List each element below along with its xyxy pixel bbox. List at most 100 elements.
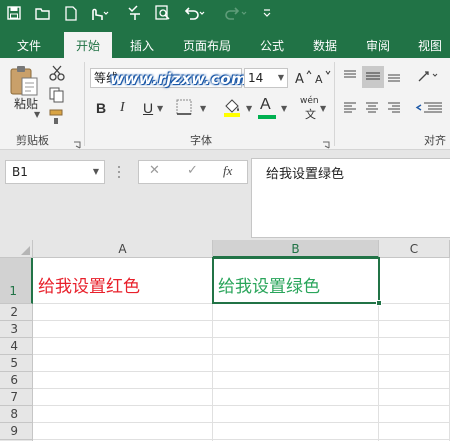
format-painter-icon[interactable]	[125, 3, 145, 23]
enter-icon[interactable]: ✓	[187, 163, 198, 178]
row-header-7[interactable]: 7	[0, 389, 33, 406]
fill-color-icon[interactable]	[222, 96, 244, 120]
insert-function-button[interactable]: fx	[223, 163, 232, 179]
row-header-6[interactable]: 6	[0, 372, 33, 389]
chevron-down-icon[interactable]: ▼	[157, 104, 163, 113]
cell-a3[interactable]	[33, 321, 213, 338]
touch-mode-icon[interactable]	[86, 3, 112, 23]
cell-c5[interactable]	[379, 355, 450, 372]
font-size-combobox[interactable]: 14 ▼	[244, 68, 288, 88]
watermark-logo: www.rjzxw.com	[110, 70, 248, 88]
row-header-1[interactable]: 1	[0, 258, 33, 304]
cell-a2[interactable]	[33, 304, 213, 321]
cell-b4[interactable]	[213, 338, 379, 355]
dialog-launcher-icon[interactable]	[322, 134, 330, 149]
formula-input[interactable]: 给我设置绿色	[251, 158, 450, 238]
fill-handle[interactable]	[376, 300, 382, 306]
chevron-down-icon[interactable]: ▼	[246, 104, 252, 113]
phonetic-glyph: 文	[305, 108, 316, 121]
font-color-label: A	[260, 96, 271, 113]
borders-icon[interactable]	[175, 98, 197, 118]
cell-a6[interactable]	[33, 372, 213, 389]
align-middle-icon[interactable]	[362, 66, 384, 88]
bold-button[interactable]: B	[96, 100, 106, 116]
cell-c3[interactable]	[379, 321, 450, 338]
cell-b7[interactable]	[213, 389, 379, 406]
row-header-4[interactable]: 4	[0, 338, 33, 355]
tab-view[interactable]: 视图	[410, 32, 450, 58]
increase-font-size-icon[interactable]: A	[294, 68, 314, 88]
cell-c6[interactable]	[379, 372, 450, 389]
cell-c9[interactable]	[379, 423, 450, 440]
chevron-down-icon[interactable]: ▼	[281, 104, 287, 113]
cell-c8[interactable]	[379, 406, 450, 423]
row-header-9[interactable]: 9	[0, 423, 33, 440]
tab-formulas[interactable]: 公式	[252, 32, 292, 58]
cell-a1-text: 给我设置红色	[38, 277, 140, 297]
copy-icon[interactable]	[48, 86, 70, 106]
save-icon[interactable]	[4, 3, 24, 23]
chevron-down-icon[interactable]: ▼	[93, 161, 99, 183]
chevron-down-icon[interactable]: ▼	[278, 69, 284, 87]
name-box[interactable]: B1 ▼	[5, 160, 105, 184]
quick-access-toolbar	[0, 0, 450, 26]
select-all-button[interactable]	[0, 240, 33, 258]
font-color-button[interactable]: A	[257, 96, 279, 120]
align-bottom-icon[interactable]	[386, 68, 406, 86]
undo-icon[interactable]	[182, 3, 208, 23]
align-top-icon[interactable]	[342, 68, 362, 86]
cancel-icon[interactable]: ✕	[149, 163, 160, 178]
clipboard-icon	[10, 66, 38, 96]
cell-c2[interactable]	[379, 304, 450, 321]
group-divider	[334, 62, 335, 146]
cell-b6[interactable]	[213, 372, 379, 389]
cell-b3[interactable]	[213, 321, 379, 338]
align-center-icon[interactable]	[364, 100, 384, 118]
format-painter-icon[interactable]	[48, 108, 70, 128]
row-header-8[interactable]: 8	[0, 406, 33, 423]
align-right-icon[interactable]	[386, 100, 406, 118]
cell-b2[interactable]	[213, 304, 379, 321]
column-header-c[interactable]: C	[379, 240, 450, 258]
cell-a8[interactable]	[33, 406, 213, 423]
dialog-launcher-icon[interactable]	[73, 134, 81, 149]
chevron-down-icon[interactable]: ▼	[320, 104, 326, 113]
decrease-indent-icon[interactable]	[414, 100, 444, 118]
tab-review[interactable]: 审阅	[358, 32, 398, 58]
row-header-3[interactable]: 3	[0, 321, 33, 338]
chevron-down-icon[interactable]: ▼	[200, 104, 206, 113]
paste-dropdown-icon[interactable]: ▼	[34, 110, 40, 119]
print-preview-icon[interactable]	[152, 3, 172, 23]
decrease-font-size-icon[interactable]: A	[314, 68, 334, 88]
customize-icon[interactable]	[260, 3, 274, 23]
row-header-2[interactable]: 2	[0, 304, 33, 321]
cell-a5[interactable]	[33, 355, 213, 372]
tab-file[interactable]: 文件	[6, 32, 52, 58]
cell-b8[interactable]	[213, 406, 379, 423]
cell-a7[interactable]	[33, 389, 213, 406]
tab-home[interactable]: 开始	[64, 32, 112, 58]
tab-insert[interactable]: 插入	[120, 32, 164, 58]
cell-c4[interactable]	[379, 338, 450, 355]
cell-a4[interactable]	[33, 338, 213, 355]
row-header-5[interactable]: 5	[0, 355, 33, 372]
cell-a9[interactable]	[33, 423, 213, 440]
cell-b9[interactable]	[213, 423, 379, 440]
orientation-icon[interactable]	[416, 68, 442, 86]
formula-bar: B1 ▼ ✕ ✓ fx 给我设置绿色	[0, 150, 450, 240]
column-header-b[interactable]: B	[213, 240, 379, 258]
new-document-icon[interactable]	[62, 3, 80, 23]
underline-button[interactable]: U	[143, 100, 153, 116]
open-folder-icon[interactable]	[33, 3, 53, 23]
cell-b5[interactable]	[213, 355, 379, 372]
active-cell-border	[212, 257, 380, 304]
cut-icon[interactable]	[48, 64, 70, 84]
italic-button[interactable]: I	[120, 100, 125, 116]
tab-page-layout[interactable]: 页面布局	[176, 32, 238, 58]
cell-c7[interactable]	[379, 389, 450, 406]
align-left-icon[interactable]	[342, 100, 362, 118]
tab-data[interactable]: 数据	[305, 32, 345, 58]
cell-c1[interactable]	[379, 258, 450, 304]
column-header-a[interactable]: A	[33, 240, 213, 258]
formula-bar-grip-icon[interactable]	[117, 164, 123, 180]
